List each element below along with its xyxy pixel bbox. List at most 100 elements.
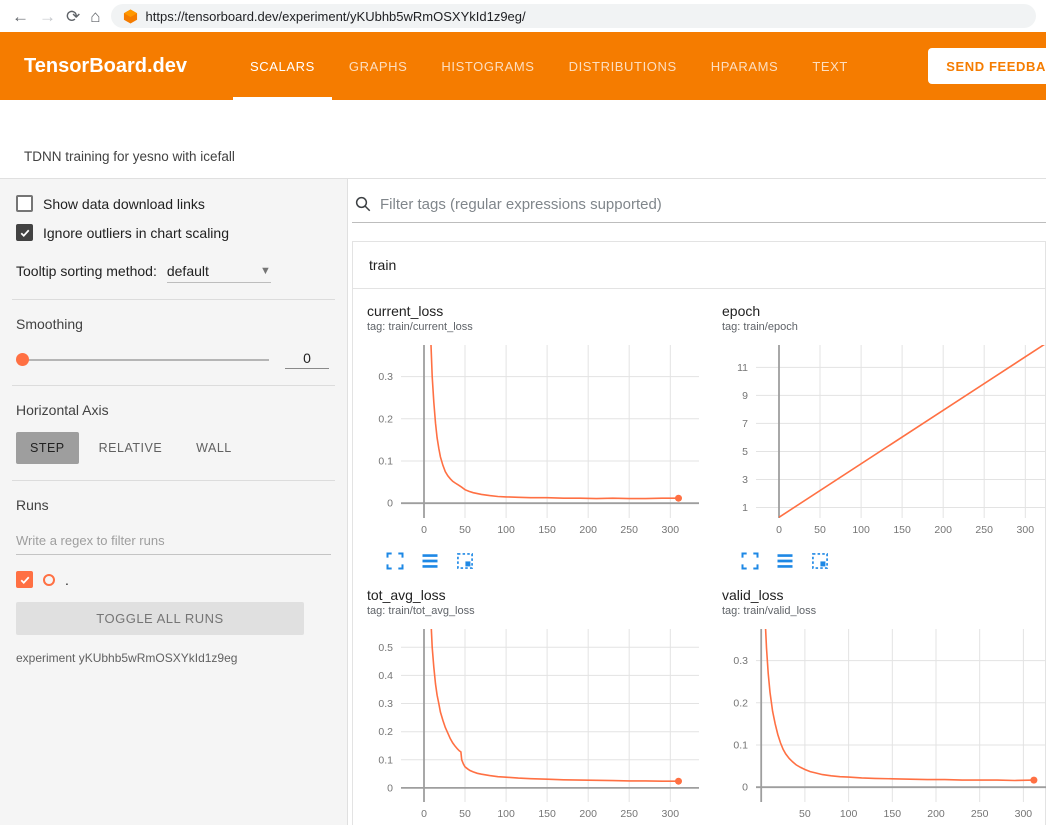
toggle-all-runs-button[interactable]: TOGGLE ALL RUNS (16, 602, 304, 635)
svg-text:300: 300 (1017, 524, 1035, 536)
svg-text:300: 300 (662, 808, 680, 820)
svg-text:1: 1 (742, 502, 748, 514)
svg-text:50: 50 (459, 524, 471, 536)
tab-graphs[interactable]: GRAPHS (332, 32, 425, 100)
svg-text:200: 200 (579, 524, 597, 536)
svg-text:0.2: 0.2 (733, 697, 748, 709)
svg-text:50: 50 (799, 808, 811, 820)
smoothing-value-input[interactable] (285, 350, 329, 369)
svg-text:3: 3 (742, 474, 748, 486)
horizontal-axis-buttons: STEP RELATIVE WALL (16, 432, 331, 464)
tab-histograms[interactable]: HISTOGRAMS (424, 32, 551, 100)
tensorboard-favicon (123, 9, 138, 24)
slider-thumb[interactable] (16, 353, 29, 366)
chart-title: epoch (722, 303, 1046, 319)
checkbox-checked-icon[interactable] (16, 224, 33, 241)
svg-text:0.2: 0.2 (378, 726, 393, 738)
svg-text:150: 150 (538, 524, 556, 536)
chart-block-epoch: epoch tag: train/epoch 13579110501001502… (710, 303, 1046, 571)
svg-text:50: 50 (459, 808, 471, 820)
svg-text:9: 9 (742, 390, 748, 402)
svg-text:300: 300 (1015, 808, 1033, 820)
svg-text:150: 150 (893, 524, 911, 536)
forward-icon[interactable]: → (39, 8, 56, 25)
tab-scalars[interactable]: SCALARS (233, 32, 332, 100)
chart-canvas[interactable]: 00.10.20.3050100150200250300 (355, 339, 706, 549)
axis-relative-button[interactable]: RELATIVE (85, 432, 177, 464)
run-row[interactable]: . (16, 571, 331, 588)
home-icon[interactable]: ⌂ (90, 8, 100, 25)
smoothing-control-row (18, 350, 329, 369)
chart-canvas[interactable]: 00.10.20.30.40.5050100150200250300 (355, 623, 706, 825)
scalars-dashboard: train current_loss tag: train/current_lo… (348, 179, 1046, 825)
svg-text:0: 0 (421, 524, 427, 536)
tab-distributions[interactable]: DISTRIBUTIONS (552, 32, 694, 100)
svg-text:200: 200 (579, 808, 597, 820)
show-download-links-label[interactable]: Show data download links (43, 196, 205, 212)
back-icon[interactable]: ← (12, 8, 29, 25)
fit-domain-icon[interactable] (810, 551, 830, 571)
svg-text:0: 0 (421, 808, 427, 820)
ignore-outliers-checkbox-row[interactable]: Ignore outliers in chart scaling (16, 224, 331, 241)
smoothing-slider[interactable] (18, 359, 269, 361)
tab-text[interactable]: TEXT (795, 32, 865, 100)
svg-text:0.3: 0.3 (733, 655, 748, 667)
svg-text:100: 100 (840, 808, 858, 820)
fit-domain-icon[interactable] (455, 551, 475, 571)
expand-chart-icon[interactable] (385, 551, 405, 571)
svg-text:0.1: 0.1 (733, 740, 748, 752)
settings-sidebar: Show data download links Ignore outliers… (0, 179, 348, 825)
chart-block-tot-avg-loss: tot_avg_loss tag: train/tot_avg_loss 00.… (355, 587, 706, 825)
svg-text:0.3: 0.3 (378, 371, 393, 383)
chart-canvas[interactable]: 1357911050100150200250300 (710, 339, 1046, 549)
app-header: TensorBoard.dev SCALARS GRAPHS HISTOGRAM… (0, 32, 1046, 100)
chart-canvas[interactable]: 00.10.20.350100150200250300 (710, 623, 1046, 825)
axis-wall-button[interactable]: WALL (182, 432, 246, 464)
svg-text:100: 100 (497, 808, 515, 820)
ignore-outliers-label[interactable]: Ignore outliers in chart scaling (43, 225, 229, 241)
smoothing-heading: Smoothing (16, 316, 331, 332)
checkbox-unchecked-icon[interactable] (16, 195, 33, 212)
tab-hparams[interactable]: HPARAMS (694, 32, 796, 100)
svg-text:150: 150 (538, 808, 556, 820)
train-section-card: train current_loss tag: train/current_lo… (352, 241, 1046, 825)
svg-text:0.2: 0.2 (378, 413, 393, 425)
chart-title: current_loss (367, 303, 706, 319)
svg-text:100: 100 (852, 524, 870, 536)
chart-toolbar (385, 551, 706, 571)
svg-text:7: 7 (742, 418, 748, 430)
svg-text:0.3: 0.3 (378, 698, 393, 710)
experiment-title: TDNN training for yesno with icefall (24, 149, 235, 164)
chart-tag: tag: train/valid_loss (722, 605, 1046, 617)
tooltip-sorting-select[interactable]: default ▼ (167, 263, 271, 283)
svg-text:50: 50 (814, 524, 826, 536)
search-icon (354, 195, 372, 213)
expand-chart-icon[interactable] (740, 551, 760, 571)
run-name[interactable]: . (65, 572, 69, 588)
chart-toolbar (740, 551, 1046, 571)
svg-text:11: 11 (737, 362, 748, 374)
show-download-links-checkbox-row[interactable]: Show data download links (16, 195, 331, 212)
svg-text:0: 0 (742, 782, 748, 794)
tensorboard-logo: TensorBoard.dev (24, 55, 187, 78)
svg-text:250: 250 (971, 808, 989, 820)
data-table-icon[interactable] (775, 551, 795, 571)
svg-text:5: 5 (742, 446, 748, 458)
svg-text:100: 100 (497, 524, 515, 536)
data-table-icon[interactable] (420, 551, 440, 571)
train-section-header[interactable]: train (353, 242, 1045, 289)
reload-icon[interactable]: ⟳ (66, 8, 80, 25)
svg-text:0.4: 0.4 (378, 670, 393, 682)
runs-filter-input[interactable] (16, 527, 331, 555)
send-feedback-button[interactable]: SEND FEEDBACK (928, 48, 1046, 84)
address-bar[interactable]: https://tensorboard.dev/experiment/yKUbh… (111, 4, 1036, 28)
divider (12, 385, 335, 386)
tag-filter-input[interactable] (380, 196, 1046, 213)
run-color-swatch-icon (43, 574, 55, 586)
svg-text:150: 150 (884, 808, 902, 820)
charts-grid: current_loss tag: train/current_loss 00.… (353, 289, 1045, 825)
run-checkbox-checked-icon[interactable] (16, 571, 33, 588)
axis-step-button[interactable]: STEP (16, 432, 79, 464)
chevron-down-icon: ▼ (260, 265, 271, 277)
chart-block-valid-loss: valid_loss tag: train/valid_loss 00.10.2… (710, 587, 1046, 825)
